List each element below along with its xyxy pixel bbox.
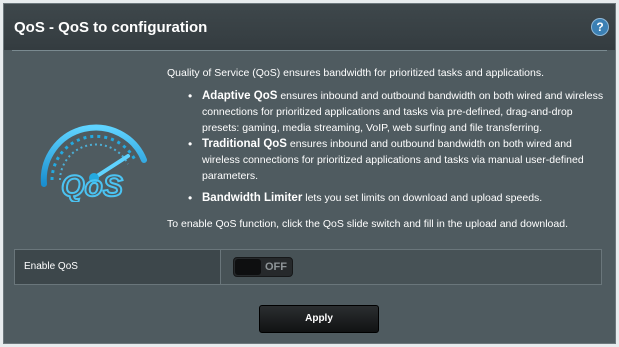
question-mark-icon[interactable]: ?: [591, 18, 609, 36]
enable-qos-toggle[interactable]: OFF: [233, 257, 293, 277]
qos-speedometer-icon: QoS: [40, 124, 147, 202]
header-divider: [12, 50, 607, 51]
toggle-knob: [235, 259, 261, 275]
list-item: Traditional QoS ensures inbound and outb…: [188, 136, 606, 184]
toggle-state-label: OFF: [265, 261, 287, 273]
feature-list: Adaptive QoS ensures inbound and outboun…: [188, 88, 606, 206]
panel-header: QoS - QoS to configuration ?: [4, 4, 615, 50]
feature-term: Adaptive QoS: [202, 90, 278, 102]
qos-panel: QoS - QoS to configuration ? QoS Quality…: [3, 3, 616, 344]
apply-button[interactable]: Apply: [259, 305, 379, 333]
feature-description: lets you set limits on download and uplo…: [302, 192, 543, 204]
intro-text: Quality of Service (QoS) ensures bandwid…: [167, 67, 545, 79]
page-title: QoS - QoS to configuration: [14, 19, 208, 36]
enable-qos-row: Enable QoS OFF: [14, 249, 602, 285]
list-item: Bandwidth Limiter lets you set limits on…: [188, 190, 606, 206]
list-item: Adaptive QoS ensures inbound and outboun…: [188, 88, 606, 136]
feature-term: Traditional QoS: [202, 138, 287, 150]
qos-logo-text: QoS: [61, 170, 123, 202]
feature-term: Bandwidth Limiter: [202, 192, 303, 204]
enable-qos-label: Enable QoS: [24, 261, 78, 272]
enable-instructions: To enable QoS function, click the QoS sl…: [167, 218, 568, 230]
enable-qos-label-cell: Enable QoS: [15, 250, 221, 284]
